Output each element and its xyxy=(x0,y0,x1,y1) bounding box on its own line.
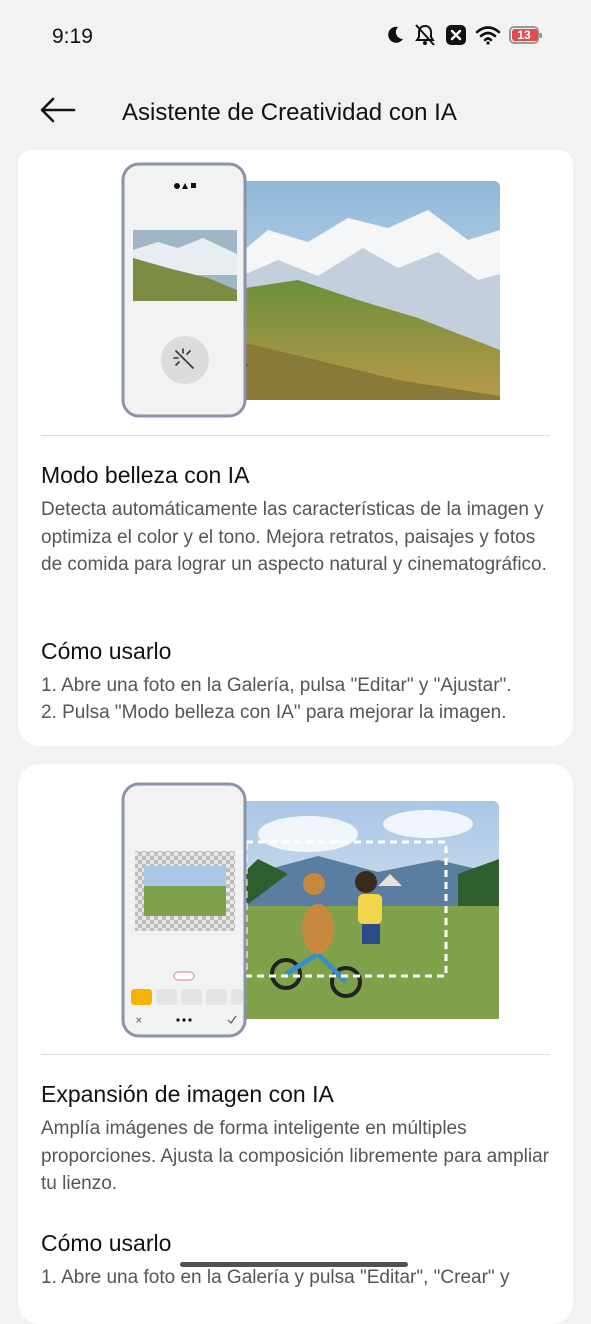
feature-heading: Modo belleza con IA xyxy=(41,462,250,488)
status-bar: 9:19 13 xyxy=(0,0,591,75)
phone-mockup xyxy=(121,162,247,418)
battery-level: 13 xyxy=(517,28,531,42)
phone-mockup: × xyxy=(121,782,247,1038)
ai-beauty-illustration xyxy=(121,162,500,418)
status-icons: 13 xyxy=(385,24,542,46)
svg-text:×: × xyxy=(135,1016,143,1026)
howto-step: 2. Pulsa "Modo belleza con IA" para mejo… xyxy=(41,702,507,723)
bell-off-icon xyxy=(415,24,435,46)
divider xyxy=(41,1054,550,1055)
feature-card-ai-beauty: Modo belleza con IA Detecta automáticame… xyxy=(18,150,573,746)
feature-description: Detecta automáticamente las característi… xyxy=(41,499,547,575)
howto-step: 1. Abre una foto en la Galería y pulsa "… xyxy=(41,1267,510,1288)
howto-step: 1. Abre una foto en la Galería, pulsa "E… xyxy=(41,675,512,696)
battery-icon: 13 xyxy=(509,26,542,44)
ai-expansion-illustration: × xyxy=(121,782,499,1038)
feature-card-ai-expansion: × Expansión de imagen con IA Amplía imág… xyxy=(18,764,573,1324)
expansion-photo xyxy=(232,801,499,1019)
feature-heading: Expansión de imagen con IA xyxy=(41,1081,334,1107)
close-box-icon xyxy=(446,25,466,45)
landscape-photo xyxy=(232,181,500,400)
back-button[interactable] xyxy=(38,95,78,125)
divider xyxy=(41,435,550,436)
app-bar: Asistente de Creatividad con IA xyxy=(0,75,591,150)
arrow-left-icon xyxy=(40,97,76,123)
moon-icon xyxy=(388,26,403,43)
status-time: 9:19 xyxy=(52,25,93,48)
wifi-icon xyxy=(475,26,501,45)
howto-heading: Cómo usarlo xyxy=(41,1230,172,1256)
feature-description: Amplía imágenes de forma inteligente en … xyxy=(41,1118,549,1194)
page-title: Asistente de Creatividad con IA xyxy=(122,99,457,126)
howto-heading: Cómo usarlo xyxy=(41,638,172,664)
home-indicator[interactable] xyxy=(180,1262,408,1267)
